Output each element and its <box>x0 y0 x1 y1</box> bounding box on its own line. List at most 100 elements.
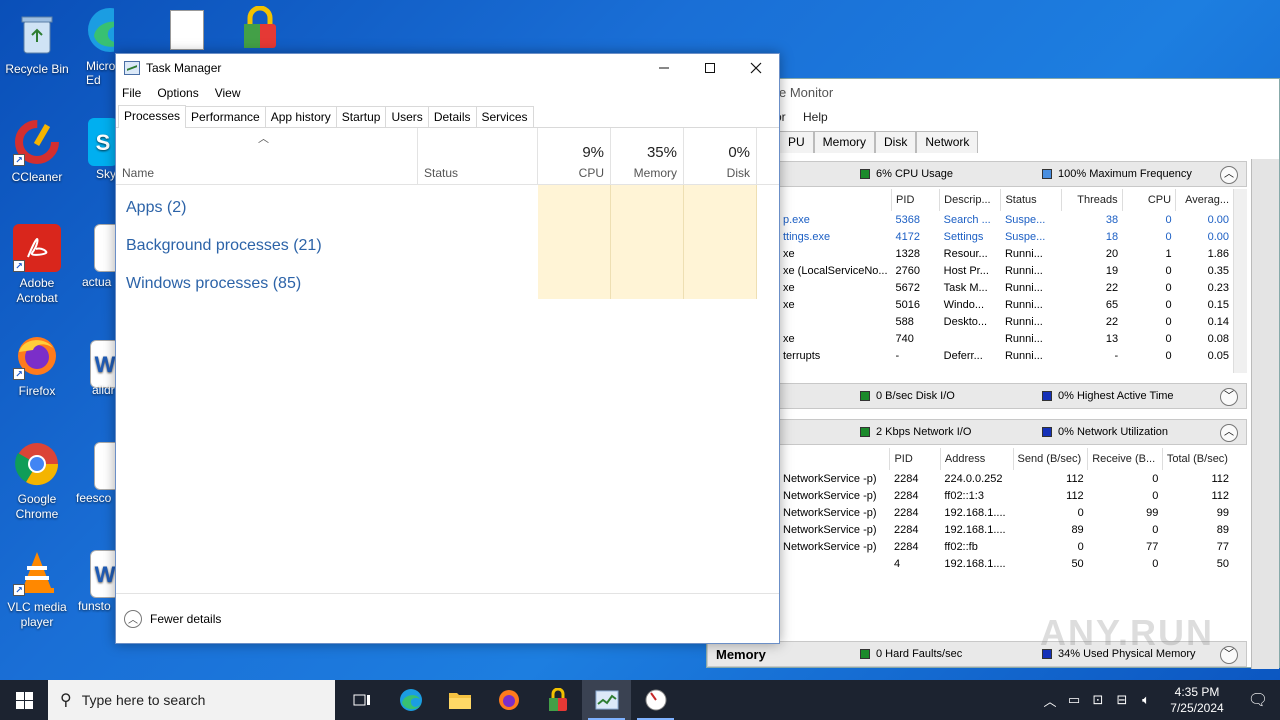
table-cell: 0.05 <box>1207 349 1229 362</box>
table-row[interactable]: xe 1328 Resour... Runni... 20 1 1.86 <box>779 245 1233 262</box>
table-row[interactable]: ttings.exe 4172 Settings Suspe... 18 0 0.00 <box>779 228 1233 245</box>
table-row[interactable]: NetworkService -p) 2284 ff02::fb 0 77 77 <box>779 538 1233 555</box>
group-apps[interactable]: Apps (2) <box>126 199 186 217</box>
desktop-icon-chrome[interactable]: Google Chrome <box>0 440 74 522</box>
search-box[interactable]: ⚲ Type here to search <box>48 680 335 720</box>
table-row[interactable]: xe (LocalServiceNo... 2760 Host Pr... Runni… <box>779 262 1233 279</box>
maximize-button[interactable] <box>687 54 733 82</box>
table-row[interactable]: xe 5016 Windo... Runni... 65 0 0.15 <box>779 296 1233 313</box>
column-header[interactable]: Descrip... <box>939 189 1001 211</box>
column-header[interactable]: CPU <box>1121 189 1176 211</box>
network-panel-header[interactable]: 2 Kbps Network I/O 0% Network Utilizatio… <box>779 419 1247 445</box>
column-header-name[interactable]: ︿ Name <box>116 128 418 185</box>
taskbar-lock-app[interactable] <box>533 680 582 720</box>
tab-services[interactable]: Services <box>475 106 534 127</box>
tab-network[interactable]: Network <box>916 131 979 153</box>
column-header-disk[interactable]: 0% Disk <box>684 128 757 185</box>
table-row[interactable]: NetworkService -p) 2284 ff02::1:3 112 0 112 <box>779 487 1233 504</box>
column-header[interactable]: PID <box>889 448 941 470</box>
tab-memory[interactable]: Memory <box>813 131 876 153</box>
column-header[interactable]: PID <box>891 189 940 211</box>
expand-chevron-icon[interactable]: ﹀ <box>1220 646 1238 664</box>
task-view-button[interactable] <box>337 680 386 720</box>
tab-cpu[interactable]: PU <box>779 131 814 153</box>
disk-panel-header[interactable]: 0 B/sec Disk I/O 0% Highest Active Time … <box>779 383 1247 409</box>
column-header[interactable]: Threads <box>1060 189 1123 211</box>
menu-options[interactable]: Options <box>157 86 198 100</box>
meet-now-icon[interactable]: ⊡ <box>1086 692 1110 708</box>
column-label-memory: Memory <box>633 166 677 180</box>
table-row[interactable]: xe 740 Runni... 13 0 0.08 <box>779 330 1233 347</box>
table-row[interactable]: xe 5672 Task M... Runni... 22 0 0.23 <box>779 279 1233 296</box>
taskbar-file-explorer[interactable] <box>435 680 484 720</box>
expand-chevron-icon[interactable]: ﹀ <box>1220 388 1238 406</box>
table-row[interactable]: NetworkService -p) 2284 192.168.1.... 0 99 99 <box>779 504 1233 521</box>
table-row[interactable]: 4 192.168.1.... 50 0 50 <box>779 555 1233 572</box>
taskbar-task-manager[interactable] <box>582 680 631 720</box>
column-header-status[interactable]: Status <box>418 128 538 185</box>
tab-app-history[interactable]: App history <box>264 106 337 127</box>
column-header-cpu[interactable]: 9% CPU <box>538 128 611 185</box>
minimize-button[interactable] <box>641 54 687 82</box>
table-cell: Runni... <box>1004 315 1043 328</box>
table-row[interactable]: 588 Deskto... Runni... 22 0 0.14 <box>779 313 1233 330</box>
tab-details[interactable]: Details <box>427 106 477 127</box>
graph-pane-scrollbar[interactable] <box>1251 159 1279 669</box>
network-icon[interactable]: ⊟ <box>1110 692 1134 708</box>
close-button[interactable] <box>733 54 779 82</box>
desktop-icon-vlc[interactable]: ↗ VLC media player <box>0 548 74 630</box>
tab-performance[interactable]: Performance <box>185 106 266 127</box>
fewer-details-button[interactable]: ︿ Fewer details <box>116 593 779 643</box>
column-header[interactable]: Address <box>939 448 1014 470</box>
column-header[interactable]: Status <box>1000 189 1062 211</box>
clock[interactable]: 4:35 PM 7/25/2024 <box>1158 684 1236 716</box>
desktop-icon-file-funstor[interactable]: W <box>90 550 116 602</box>
column-header-image[interactable] <box>779 448 890 470</box>
notifications-icon[interactable]: 🗨︎ <box>1236 690 1280 710</box>
desktop-icon-firefox[interactable]: ↗ Firefox <box>0 332 74 399</box>
group-windows-processes[interactable]: Windows processes (85) <box>126 275 301 293</box>
desktop-icon-edge[interactable] <box>74 6 114 58</box>
cpu-table-scrollbar[interactable] <box>1233 189 1247 373</box>
lock-icon[interactable] <box>240 5 280 50</box>
group-background-processes[interactable]: Background processes (21) <box>126 237 322 255</box>
collapse-chevron-icon[interactable]: ︿ <box>1220 166 1238 184</box>
tab-processes[interactable]: Processes <box>118 105 187 128</box>
tab-users[interactable]: Users <box>385 106 429 127</box>
taskbar-resource-monitor[interactable] <box>631 680 680 720</box>
start-button[interactable] <box>0 680 48 720</box>
column-header[interactable]: Send (B/sec) <box>1012 448 1088 470</box>
menu-item-help[interactable]: Help <box>803 110 828 124</box>
column-header[interactable]: Averag... <box>1175 189 1233 211</box>
cpu-panel-header[interactable]: 6% CPU Usage 100% Maximum Frequency ︿ <box>779 161 1247 187</box>
menu-view[interactable]: View <box>215 86 241 100</box>
column-header[interactable]: Receive (B... <box>1087 448 1163 470</box>
tab-disk[interactable]: Disk <box>875 131 917 153</box>
desktop-icon-file-feesco[interactable] <box>94 442 116 494</box>
table-row[interactable]: NetworkService -p) 2284 224.0.0.252 112 0 112 <box>779 470 1233 487</box>
table-row[interactable]: NetworkService -p) 2284 192.168.1.... 89 0 89 <box>779 521 1233 538</box>
desktop-icon-skype[interactable]: S <box>88 118 116 170</box>
collapse-chevron-icon[interactable]: ︿ <box>1220 424 1238 442</box>
desktop-file-icon[interactable] <box>170 10 204 50</box>
desktop-icon-ccleaner[interactable]: ↗ CCleaner <box>0 118 74 185</box>
table-cell: 2760 <box>895 264 921 277</box>
column-header[interactable]: Total (B/sec) <box>1161 448 1233 470</box>
desktop-icon-adobe-acrobat[interactable]: ↗ Adobe Acrobat <box>0 224 74 306</box>
menu-file[interactable]: File <box>122 86 141 100</box>
tablet-icon[interactable]: ▭ <box>1062 692 1086 708</box>
volume-icon[interactable]: 🔈︎ <box>1134 692 1158 708</box>
title-bar[interactable]: Task Manager <box>116 54 779 82</box>
show-hidden-icons-chevron-icon[interactable]: ︿ <box>1038 691 1062 710</box>
desktop-icon-file-actual[interactable] <box>94 224 116 276</box>
desktop-icon-recycle-bin[interactable]: Recycle Bin <box>0 10 74 77</box>
table-cell: 0.00 <box>1207 230 1229 243</box>
column-header-image[interactable] <box>779 189 892 211</box>
tab-startup[interactable]: Startup <box>335 106 387 127</box>
table-row[interactable]: terrupts - Deferr... Runni... - 0 0.05 <box>779 347 1233 364</box>
table-row[interactable]: p.exe 5368 Search ... Suspe... 38 0 0.00 <box>779 211 1233 228</box>
taskbar-edge[interactable] <box>386 680 435 720</box>
desktop-icon-label: Firefox <box>18 384 56 398</box>
taskbar-firefox[interactable] <box>484 680 533 720</box>
column-header-memory[interactable]: 35% Memory <box>611 128 684 185</box>
